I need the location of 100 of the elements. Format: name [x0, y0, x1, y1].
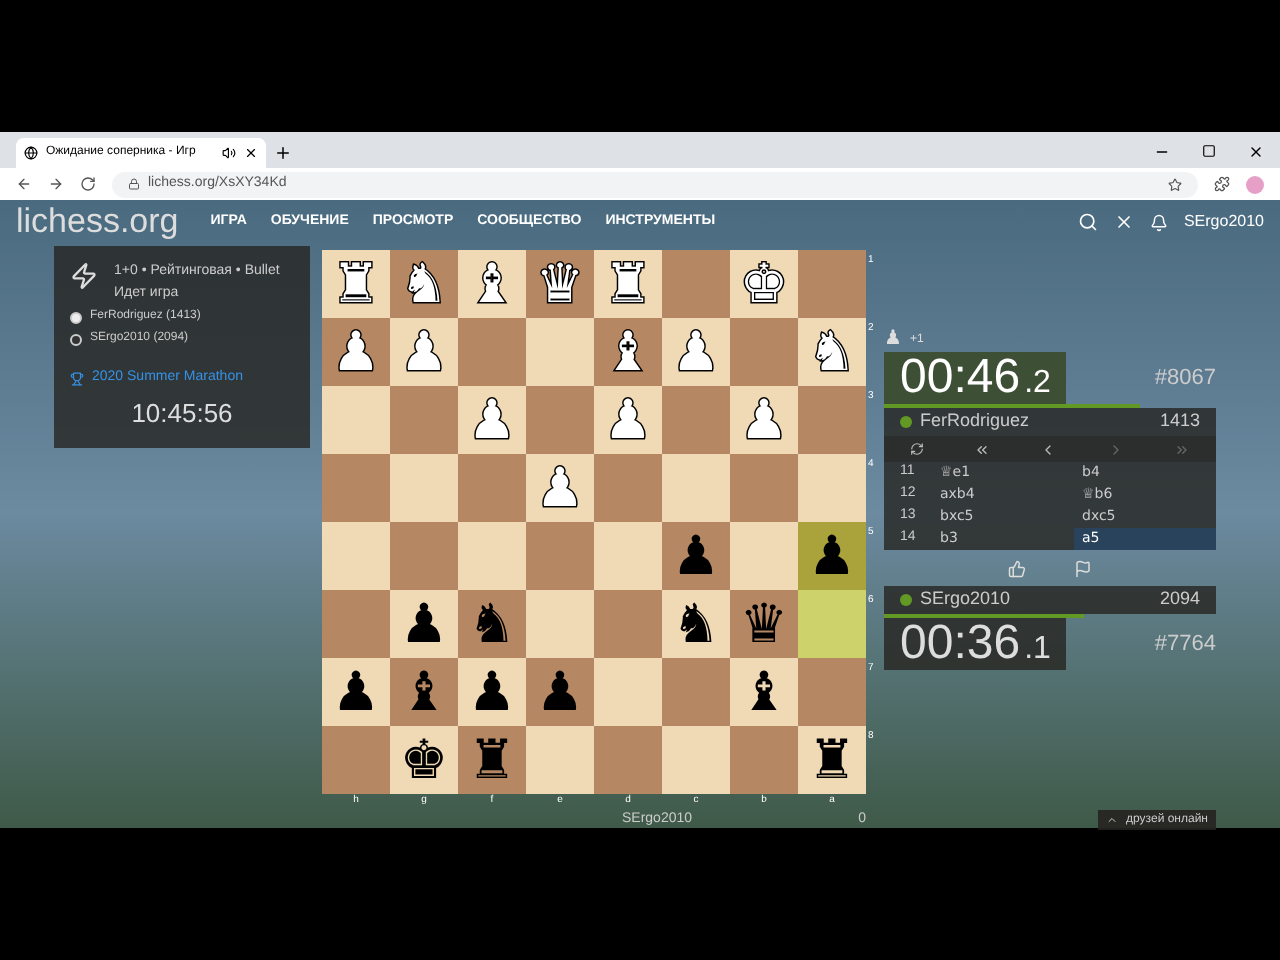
board-square[interactable] — [322, 726, 390, 794]
board-square[interactable]: ♜ — [458, 726, 526, 794]
board-square[interactable]: ♜ — [798, 726, 866, 794]
board-square[interactable] — [662, 658, 730, 726]
chess-piece[interactable]: ♟ — [399, 597, 449, 651]
board-square[interactable] — [390, 386, 458, 454]
board-square[interactable] — [526, 726, 594, 794]
close-icon[interactable] — [244, 146, 258, 160]
clock-time: 00:36 — [900, 618, 1021, 670]
board-square[interactable]: ♟ — [458, 658, 526, 726]
chess-piece[interactable]: ♟ — [671, 529, 721, 583]
trophy-icon — [70, 371, 84, 386]
reload-icon[interactable] — [80, 176, 96, 192]
back-icon[interactable] — [16, 176, 32, 192]
chess-piece[interactable]: ♟ — [807, 529, 857, 583]
globe-icon — [24, 146, 38, 160]
chess-piece[interactable]: ♝ — [399, 665, 449, 719]
board-square[interactable] — [662, 726, 730, 794]
board-square[interactable] — [798, 658, 866, 726]
profile-avatar[interactable] — [1246, 175, 1264, 193]
caret-icon — [1106, 814, 1119, 826]
chess-piece[interactable]: ♜ — [807, 733, 857, 787]
chess-piece[interactable]: ♞ — [467, 597, 517, 651]
board-square[interactable]: ♚ — [390, 726, 458, 794]
search-icon[interactable] — [1077, 212, 1098, 232]
board-square[interactable] — [730, 726, 798, 794]
flip-board-icon[interactable] — [909, 442, 924, 456]
board-square[interactable]: ♟ — [526, 658, 594, 726]
star-icon[interactable] — [1168, 177, 1182, 191]
maximize-icon[interactable] — [1202, 144, 1216, 158]
board-square[interactable] — [662, 386, 730, 454]
board-square[interactable]: ♟ — [662, 522, 730, 590]
board-square[interactable] — [322, 590, 390, 658]
flag-icon[interactable] — [1074, 559, 1092, 577]
board-square[interactable]: ♝ — [730, 658, 798, 726]
board-square[interactable] — [730, 454, 798, 522]
board-square[interactable]: ♞ — [662, 590, 730, 658]
lightning-icon — [70, 262, 98, 290]
player-rank: #8067 — [1154, 363, 1216, 394]
new-tab-icon[interactable] — [274, 144, 292, 162]
board-square[interactable] — [322, 454, 390, 522]
clock-tenths: .2 — [1024, 364, 1051, 404]
thumbs-up-icon[interactable] — [1008, 559, 1026, 577]
board-square[interactable] — [662, 250, 730, 318]
site-logo[interactable]: lichess.org — [16, 196, 179, 248]
board-square[interactable] — [322, 522, 390, 590]
player-rank: #7764 — [1154, 629, 1216, 660]
chess-piece[interactable]: ♛ — [739, 597, 789, 651]
board-square[interactable] — [798, 590, 866, 658]
notifications-icon[interactable] — [1149, 213, 1168, 231]
speaker-icon — [222, 146, 236, 160]
player-rating: 2094 — [1159, 586, 1200, 613]
game-time: 10:45:56 — [129, 395, 235, 431]
board-square[interactable] — [526, 590, 594, 658]
board-square[interactable] — [594, 658, 662, 726]
board-square[interactable] — [594, 522, 662, 590]
board-square[interactable] — [526, 318, 594, 386]
board-square[interactable] — [526, 522, 594, 590]
board-square[interactable]: ♝ — [390, 658, 458, 726]
board-square[interactable] — [730, 522, 798, 590]
chess-piece[interactable]: ♟ — [467, 665, 517, 719]
lock-icon — [128, 178, 140, 190]
player-rating: 1413 — [1159, 408, 1200, 435]
username[interactable]: SErgo2010 — [1183, 210, 1264, 234]
chess-piece[interactable]: ♟ — [535, 665, 585, 719]
forward-icon[interactable] — [48, 176, 64, 192]
board-square[interactable] — [594, 454, 662, 522]
board-square[interactable] — [526, 386, 594, 454]
last-move-icon[interactable] — [1174, 441, 1191, 457]
board-square[interactable] — [458, 318, 526, 386]
chess-piece[interactable]: ♜ — [467, 733, 517, 787]
board-square[interactable] — [662, 454, 730, 522]
board-square[interactable] — [798, 454, 866, 522]
chess-piece[interactable]: ♝ — [739, 665, 789, 719]
board-square[interactable]: ♟ — [322, 658, 390, 726]
close-icon[interactable] — [1248, 144, 1264, 160]
clock-tenths: .1 — [1024, 630, 1051, 670]
chess-piece[interactable]: ♟ — [331, 665, 381, 719]
board-square[interactable] — [322, 386, 390, 454]
board-square[interactable] — [594, 726, 662, 794]
board-square[interactable]: ♛ — [730, 590, 798, 658]
board-square[interactable] — [390, 454, 458, 522]
board-square[interactable] — [730, 318, 798, 386]
board-square[interactable] — [458, 522, 526, 590]
board-square[interactable]: ♞ — [458, 590, 526, 658]
clock-time: 00:46 — [900, 352, 1021, 404]
board-square[interactable] — [390, 522, 458, 590]
board-square[interactable]: ♟ — [798, 522, 866, 590]
board-square[interactable] — [594, 590, 662, 658]
pawn-icon: ♟ — [884, 330, 902, 350]
board-square[interactable] — [458, 454, 526, 522]
player-name[interactable]: SErgo2010 — [920, 586, 1011, 614]
board-square[interactable]: ♟ — [390, 590, 458, 658]
extension-icon[interactable] — [1214, 176, 1230, 192]
board-square[interactable] — [798, 386, 866, 454]
first-move-icon[interactable] — [974, 441, 991, 457]
board-square[interactable] — [798, 250, 866, 318]
chess-piece[interactable]: ♚ — [399, 733, 449, 787]
chess-piece[interactable]: ♞ — [671, 597, 721, 651]
player-name[interactable]: FerRodriguez — [920, 408, 1030, 436]
